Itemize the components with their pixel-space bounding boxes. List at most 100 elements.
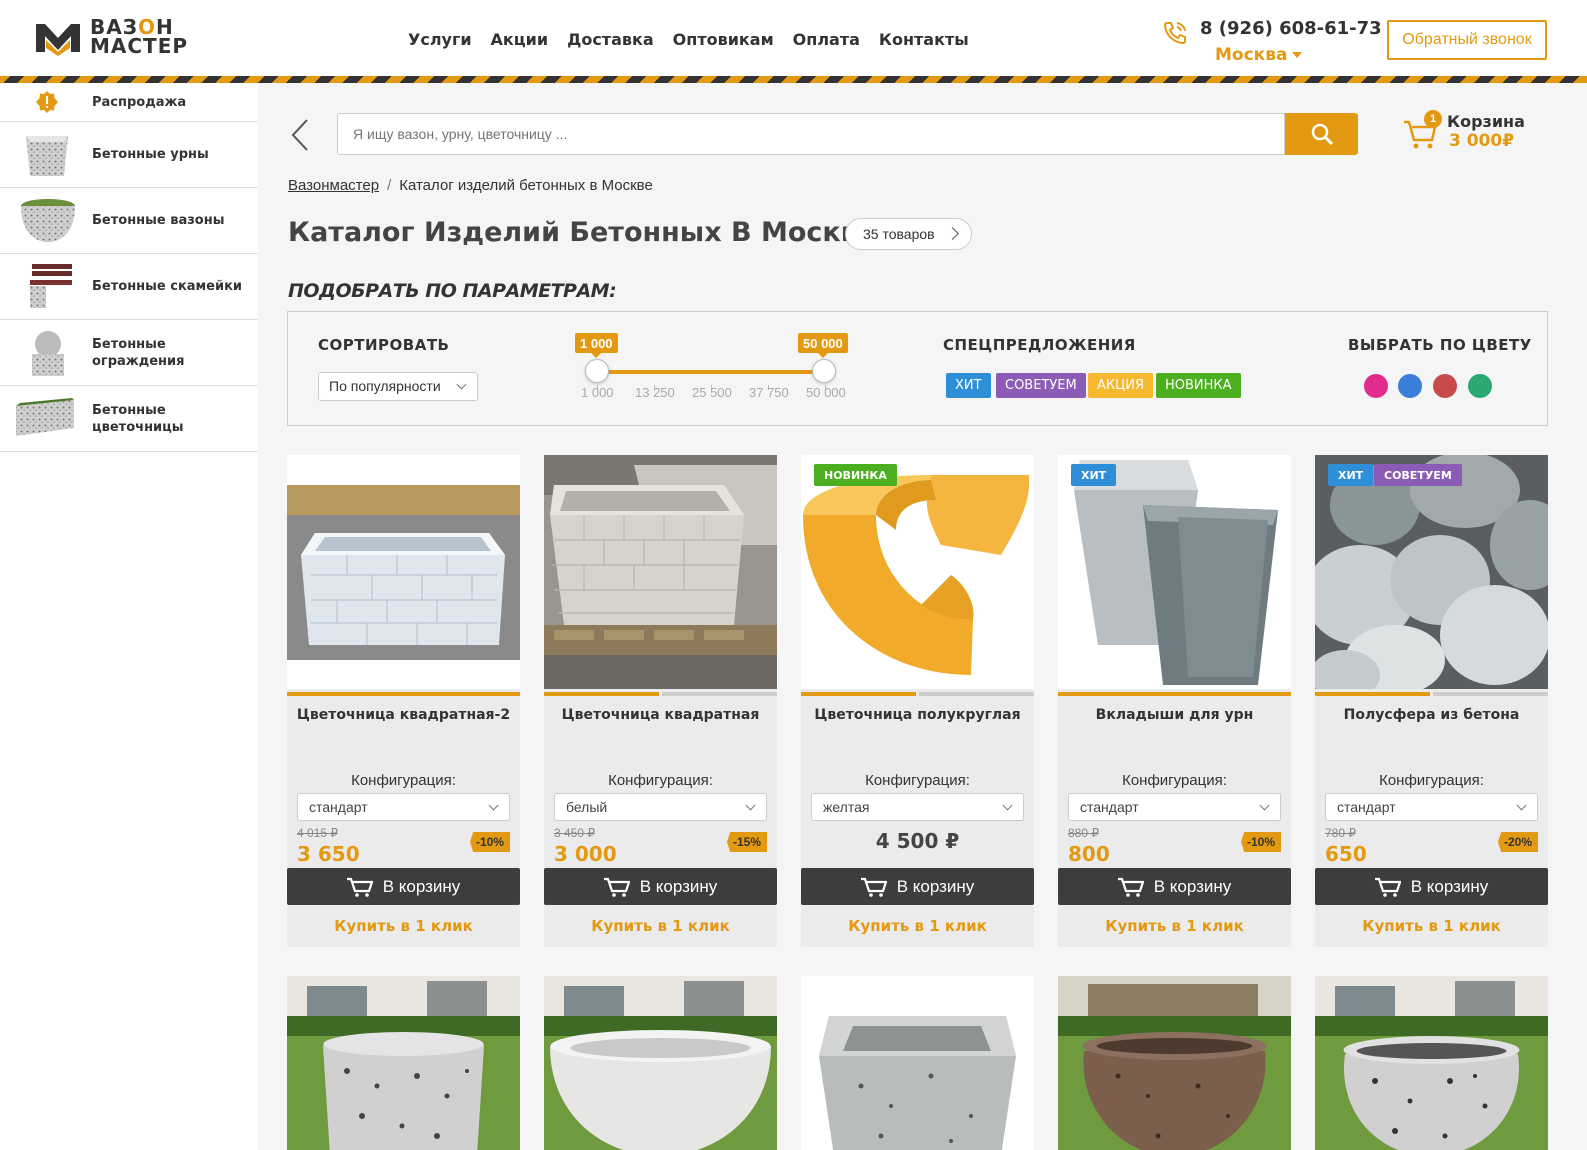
config-select[interactable]: белый bbox=[554, 793, 767, 821]
product-image[interactable] bbox=[544, 455, 777, 689]
filter-tag-recommended[interactable]: СОВЕТУЕМ bbox=[996, 373, 1086, 398]
sidebar-item-benches[interactable]: Бетонные скамейки bbox=[0, 254, 258, 320]
sidebar-item-label: Бетонные ограждения bbox=[92, 336, 185, 370]
cart-icon bbox=[1374, 877, 1401, 897]
chevron-down-icon bbox=[456, 379, 467, 390]
pager-segment[interactable] bbox=[662, 692, 777, 696]
product-card[interactable] bbox=[1315, 976, 1548, 1150]
old-price: 880 ₽ bbox=[1068, 826, 1099, 840]
filter-tag-promo[interactable]: АКЦИЯ bbox=[1088, 373, 1153, 398]
add-to-cart-button[interactable]: В корзину bbox=[1315, 868, 1548, 905]
product-image[interactable]: ХИТ bbox=[1058, 455, 1291, 689]
sidebar-item-barriers[interactable]: Бетонные ограждения bbox=[0, 320, 258, 386]
nav-wholesale[interactable]: Оптовикам bbox=[673, 30, 774, 49]
tick-label: 13 250 bbox=[635, 385, 675, 400]
product-card[interactable] bbox=[1058, 976, 1291, 1150]
sidebar-item-sale[interactable]: Распродажа bbox=[0, 83, 258, 122]
product-name[interactable]: Полусфера из бетона bbox=[1315, 707, 1548, 723]
buy-one-click-link[interactable]: Купить в 1 клик bbox=[287, 917, 520, 935]
price-max-tag: 50 000 bbox=[798, 333, 848, 358]
color-swatch-pink[interactable] bbox=[1364, 374, 1388, 398]
sort-select[interactable]: По популярности bbox=[318, 372, 478, 401]
old-price: 780 ₽ bbox=[1325, 826, 1356, 840]
add-to-cart-button[interactable]: В корзину bbox=[801, 868, 1034, 905]
bowl-white-image bbox=[544, 976, 777, 1150]
buy-one-click-link[interactable]: Купить в 1 клик bbox=[1315, 917, 1548, 935]
product-card[interactable] bbox=[544, 976, 777, 1150]
buy-one-click-link[interactable]: Купить в 1 клик bbox=[544, 917, 777, 935]
add-to-cart-button[interactable]: В корзину bbox=[1058, 868, 1291, 905]
color-swatch-green[interactable] bbox=[1468, 374, 1492, 398]
sidebar-item-urns[interactable]: Бетонные урны bbox=[0, 122, 258, 188]
add-to-cart-button[interactable]: В корзину bbox=[544, 868, 777, 905]
nav-services[interactable]: Услуги bbox=[408, 30, 472, 49]
pager-segment-active[interactable] bbox=[287, 692, 520, 696]
config-select[interactable]: стандарт bbox=[297, 793, 510, 821]
buy-one-click-link[interactable]: Купить в 1 клик bbox=[801, 917, 1034, 935]
sidebar-item-vases[interactable]: Бетонные вазоны bbox=[0, 188, 258, 254]
chevron-down-icon bbox=[1002, 800, 1013, 811]
product-name[interactable]: Цветочница полукруглая bbox=[801, 707, 1034, 723]
callback-button[interactable]: Обратный звонок bbox=[1387, 20, 1547, 60]
current-price: 650 bbox=[1325, 842, 1367, 866]
pager-segment-active[interactable] bbox=[1315, 692, 1430, 696]
square-granite-image bbox=[801, 976, 1034, 1150]
search-icon bbox=[1311, 123, 1333, 146]
urn-liner-image bbox=[1058, 455, 1291, 689]
product-name[interactable]: Вкладыши для урн bbox=[1058, 707, 1291, 723]
search-input[interactable] bbox=[337, 113, 1285, 155]
pager-segment-active[interactable] bbox=[1058, 692, 1291, 696]
price-range-track bbox=[597, 370, 824, 374]
badge-new: НОВИНКА bbox=[814, 464, 897, 486]
price-min-handle[interactable] bbox=[585, 359, 609, 383]
city-selector[interactable]: Москва bbox=[1215, 45, 1303, 65]
config-select[interactable]: стандарт bbox=[1325, 793, 1538, 821]
nav-delivery[interactable]: Доставка bbox=[567, 30, 654, 49]
pager-segment[interactable] bbox=[1433, 692, 1548, 696]
sidebar-item-label: Бетонные цветочницы bbox=[92, 402, 184, 436]
pager-segment-active[interactable] bbox=[544, 692, 659, 696]
planter-square-image bbox=[287, 455, 520, 689]
product-count-pill[interactable]: 35 товаров bbox=[845, 218, 972, 250]
search-button[interactable] bbox=[1285, 113, 1358, 155]
price-max-handle[interactable] bbox=[812, 359, 836, 383]
config-label: Конфигурация: bbox=[1379, 772, 1484, 789]
add-to-cart-button[interactable]: В корзину bbox=[287, 868, 520, 905]
color-swatch-blue[interactable] bbox=[1398, 374, 1422, 398]
sidebar-label-line1: Бетонные bbox=[92, 402, 166, 418]
product-image[interactable] bbox=[287, 455, 520, 689]
color-swatch-red[interactable] bbox=[1433, 374, 1457, 398]
product-card[interactable] bbox=[801, 976, 1034, 1150]
breadcrumb-home[interactable]: Вазонмастер bbox=[288, 177, 379, 194]
nav-payment[interactable]: Оплата bbox=[793, 30, 860, 49]
config-value: стандарт bbox=[1337, 799, 1396, 815]
config-label: Конфигурация: bbox=[608, 772, 713, 789]
product-card[interactable] bbox=[287, 976, 520, 1150]
image-pager bbox=[1058, 692, 1291, 696]
product-name[interactable]: Цветочница квадратная-2 bbox=[287, 707, 520, 723]
sidebar-label-line2: ограждения bbox=[92, 353, 185, 369]
pager-segment[interactable] bbox=[919, 692, 1034, 696]
product-image[interactable]: НОВИНКА bbox=[801, 455, 1034, 689]
badge-hit: ХИТ bbox=[1071, 464, 1117, 486]
product-image[interactable]: ХИТ СОВЕТУЕМ bbox=[1315, 455, 1548, 689]
header-cart[interactable]: 1 Корзина 3 000₽ bbox=[1403, 110, 1543, 160]
image-pager bbox=[287, 692, 520, 696]
nav-promotions[interactable]: Акции bbox=[491, 30, 549, 49]
filter-tag-hit[interactable]: ХИТ bbox=[946, 373, 991, 398]
back-arrow-icon[interactable] bbox=[289, 118, 313, 152]
config-select[interactable]: желтая bbox=[811, 793, 1024, 821]
phone-number[interactable]: 8 (926) 608-61-73 bbox=[1200, 18, 1382, 39]
nav-contacts[interactable]: Контакты bbox=[879, 30, 969, 49]
filter-tag-new[interactable]: НОВИНКА bbox=[1156, 373, 1241, 398]
current-price: 4 500 ₽ bbox=[875, 829, 960, 853]
current-price: 3 650 bbox=[297, 842, 360, 866]
product-name[interactable]: Цветочница квадратная bbox=[544, 707, 777, 723]
buy-one-click-link[interactable]: Купить в 1 клик bbox=[1058, 917, 1291, 935]
sidebar-item-planters[interactable]: Бетонные цветочницы bbox=[0, 386, 258, 452]
tick-label: 1 000 bbox=[581, 385, 614, 400]
config-select[interactable]: стандарт bbox=[1068, 793, 1281, 821]
pager-segment-active[interactable] bbox=[801, 692, 916, 696]
site-logo[interactable]: ВАЗОН МАСТЕР bbox=[36, 17, 188, 56]
config-label: Конфигурация: bbox=[865, 772, 970, 789]
